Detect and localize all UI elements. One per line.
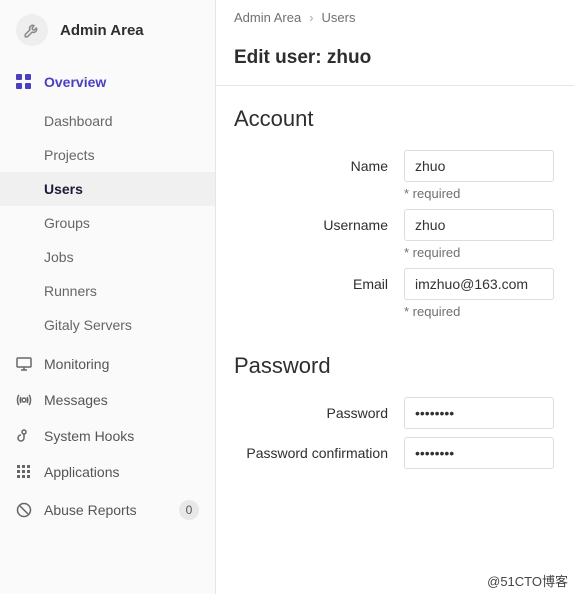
breadcrumb-root[interactable]: Admin Area	[234, 10, 301, 25]
sidebar-header: Admin Area	[0, 0, 215, 64]
sidebar-item-groups[interactable]: Groups	[0, 206, 215, 240]
name-row: Name * required	[234, 150, 556, 201]
email-row: Email * required	[234, 268, 556, 319]
hook-icon	[16, 428, 32, 444]
nav-label: Monitoring	[44, 356, 109, 372]
overview-sublist: Dashboard Projects Users Groups Jobs Run…	[0, 100, 215, 346]
sidebar-item-gitaly[interactable]: Gitaly Servers	[0, 308, 215, 342]
username-label: Username	[234, 209, 404, 233]
chevron-right-icon: ›	[309, 10, 313, 25]
overview-icon	[16, 74, 32, 90]
account-heading: Account	[234, 106, 556, 132]
nav-abuse-reports[interactable]: Abuse Reports 0	[0, 490, 215, 530]
sidebar-item-dashboard[interactable]: Dashboard	[0, 104, 215, 138]
nav-system-hooks[interactable]: System Hooks	[0, 418, 215, 454]
name-label: Name	[234, 150, 404, 174]
password-confirm-label: Password confirmation	[234, 437, 404, 461]
nav-monitoring[interactable]: Monitoring	[0, 346, 215, 382]
sidebar-item-jobs[interactable]: Jobs	[0, 240, 215, 274]
nav-overview[interactable]: Overview	[0, 64, 215, 100]
nav-label: Applications	[44, 464, 120, 480]
email-hint: * required	[404, 304, 556, 319]
abuse-badge: 0	[179, 500, 199, 520]
sidebar-title: Admin Area	[60, 22, 144, 39]
nav-messages[interactable]: Messages	[0, 382, 215, 418]
username-row: Username * required	[234, 209, 556, 260]
watermark: @51CTO博客	[487, 571, 568, 590]
nav-label: System Hooks	[44, 428, 134, 444]
nav-label: Abuse Reports	[44, 502, 137, 518]
nav-label: Messages	[44, 392, 108, 408]
password-input[interactable]	[404, 397, 554, 429]
password-heading: Password	[234, 353, 556, 379]
account-section: Account Name * required Username * requi…	[216, 86, 574, 333]
name-hint: * required	[404, 186, 556, 201]
password-section: Password Password Password confirmation	[216, 333, 574, 483]
page-title: Edit user: zhuo	[216, 35, 574, 86]
abuse-icon	[16, 502, 32, 518]
username-hint: * required	[404, 245, 556, 260]
monitor-icon	[16, 356, 32, 372]
email-input[interactable]	[404, 268, 554, 300]
password-confirm-input[interactable]	[404, 437, 554, 469]
password-label: Password	[234, 397, 404, 421]
nav-label: Overview	[44, 74, 106, 90]
sidebar-item-users[interactable]: Users	[0, 172, 215, 206]
breadcrumb: Admin Area › Users	[216, 0, 574, 35]
sidebar-item-projects[interactable]: Projects	[0, 138, 215, 172]
sidebar-item-runners[interactable]: Runners	[0, 274, 215, 308]
name-input[interactable]	[404, 150, 554, 182]
email-label: Email	[234, 268, 404, 292]
main-content: Admin Area › Users Edit user: zhuo Accou…	[216, 0, 574, 594]
wrench-icon	[16, 14, 48, 46]
sidebar: Admin Area Overview Dashboard Projects U…	[0, 0, 216, 594]
apps-icon	[16, 464, 32, 480]
nav-applications[interactable]: Applications	[0, 454, 215, 490]
username-input[interactable]	[404, 209, 554, 241]
broadcast-icon	[16, 392, 32, 408]
password-row: Password	[234, 397, 556, 429]
password-confirm-row: Password confirmation	[234, 437, 556, 469]
breadcrumb-current[interactable]: Users	[322, 10, 356, 25]
